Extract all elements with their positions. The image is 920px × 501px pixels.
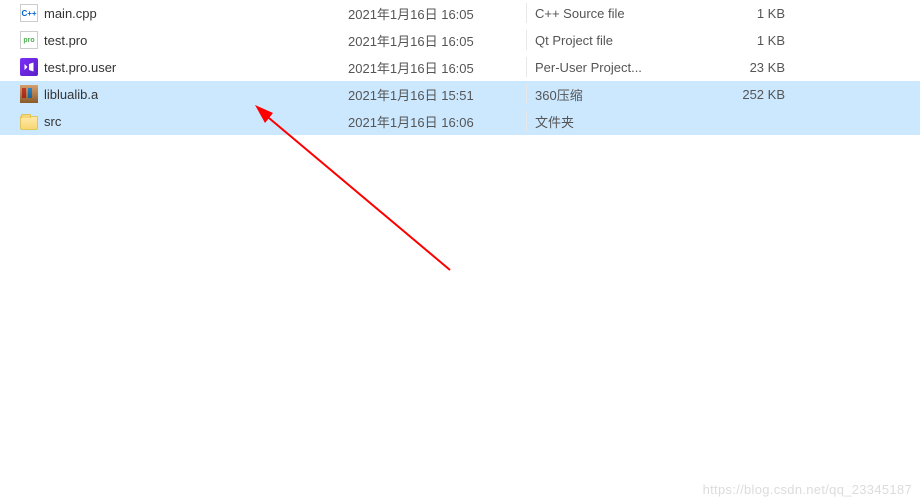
file-size: 1 KB	[705, 33, 785, 48]
file-type: 文件夹	[535, 112, 705, 131]
file-type: Qt Project file	[535, 33, 705, 48]
file-date: 2021年1月16日 16:05	[348, 31, 518, 50]
cpp-icon: C++	[20, 4, 38, 22]
file-type: Per-User Project...	[535, 60, 705, 75]
file-list: C++ main.cpp 2021年1月16日 16:05 C++ Source…	[0, 0, 920, 135]
file-name: test.pro.user	[44, 60, 116, 75]
file-size: 23 KB	[705, 60, 785, 75]
file-type: C++ Source file	[535, 6, 705, 21]
file-type: 360压缩	[535, 85, 705, 104]
watermark-text: https://blog.csdn.net/qq_23345187	[703, 482, 912, 497]
file-name-cell: test.pro.user	[20, 58, 348, 76]
file-size: 252 KB	[705, 87, 785, 102]
file-row[interactable]: test.pro.user 2021年1月16日 16:05 Per-User …	[0, 54, 920, 81]
column-divider	[526, 30, 527, 50]
file-date: 2021年1月16日 16:05	[348, 4, 518, 23]
file-name: test.pro	[44, 33, 87, 48]
file-row[interactable]: src 2021年1月16日 16:06 文件夹	[0, 108, 920, 135]
column-divider	[526, 57, 527, 77]
column-divider	[526, 84, 527, 104]
file-name-cell: liblualib.a	[20, 85, 348, 103]
file-date: 2021年1月16日 16:06	[348, 112, 518, 131]
vs-user-icon	[20, 58, 38, 76]
file-name: src	[44, 114, 61, 129]
file-name-cell: src	[20, 113, 348, 130]
archive-icon	[20, 85, 38, 103]
folder-icon	[20, 116, 38, 130]
file-name-cell: pro test.pro	[20, 31, 348, 49]
file-row[interactable]: liblualib.a 2021年1月16日 15:51 360压缩 252 K…	[0, 81, 920, 108]
file-date: 2021年1月16日 16:05	[348, 58, 518, 77]
file-size: 1 KB	[705, 6, 785, 21]
file-name-cell: C++ main.cpp	[20, 4, 348, 22]
file-date: 2021年1月16日 15:51	[348, 85, 518, 104]
column-divider	[526, 3, 527, 23]
file-name: main.cpp	[44, 6, 97, 21]
file-row[interactable]: C++ main.cpp 2021年1月16日 16:05 C++ Source…	[0, 0, 920, 27]
pro-icon: pro	[20, 31, 38, 49]
column-divider	[526, 111, 527, 131]
file-row[interactable]: pro test.pro 2021年1月16日 16:05 Qt Project…	[0, 27, 920, 54]
file-name: liblualib.a	[44, 87, 98, 102]
